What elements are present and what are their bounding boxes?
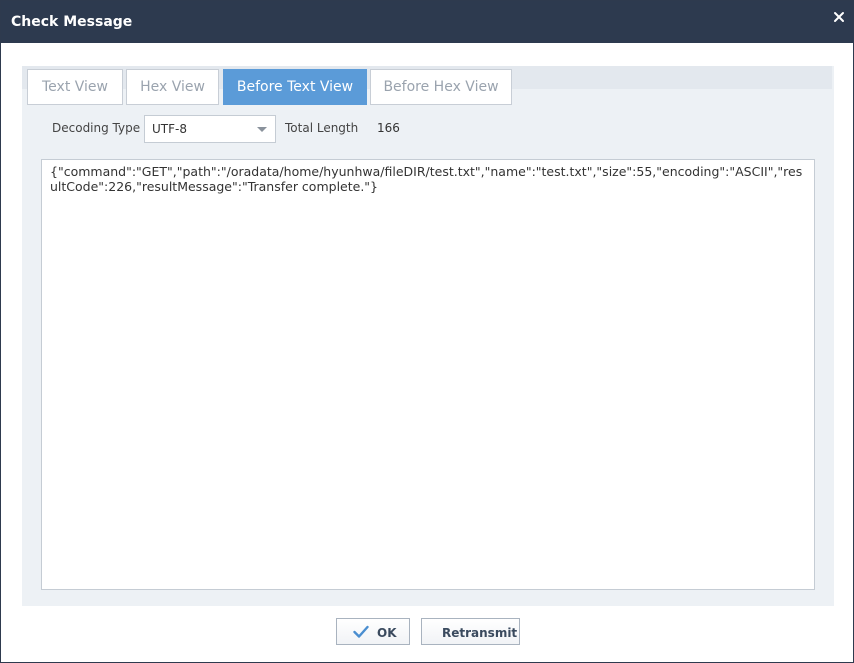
total-length-label: Total Length: [285, 121, 359, 135]
check-message-dialog: Check Message Text View Hex View Before …: [0, 0, 854, 663]
title-bar[interactable]: Check Message: [1, 1, 853, 43]
decoding-type-label: Decoding Type: [52, 121, 141, 135]
total-length-value: 166: [377, 121, 400, 135]
close-icon[interactable]: [831, 9, 847, 25]
check-icon: [353, 625, 369, 638]
decoding-type-select[interactable]: UTF-8: [144, 115, 276, 143]
retransmit-button[interactable]: Retransmit: [421, 618, 520, 645]
message-content-textarea[interactable]: {"command":"GET","path":"/oradata/home/h…: [41, 159, 815, 590]
retransmit-button-label: Retransmit: [442, 626, 518, 640]
decoding-type-value: UTF-8: [152, 122, 187, 136]
ok-button-label: OK: [377, 626, 397, 640]
tab-before-text-view[interactable]: Before Text View: [223, 69, 367, 105]
tab-hex-view[interactable]: Hex View: [126, 69, 219, 105]
message-panel: Text View Hex View Before Text View Befo…: [22, 66, 834, 606]
decoding-toolbar: Decoding Type UTF-8 Total Length 166: [22, 111, 834, 147]
chevron-down-icon: [257, 127, 267, 132]
tab-before-hex-view[interactable]: Before Hex View: [370, 69, 512, 105]
dialog-title: Check Message: [11, 14, 133, 30]
ok-button[interactable]: OK: [336, 618, 410, 645]
tab-text-view[interactable]: Text View: [27, 69, 123, 105]
